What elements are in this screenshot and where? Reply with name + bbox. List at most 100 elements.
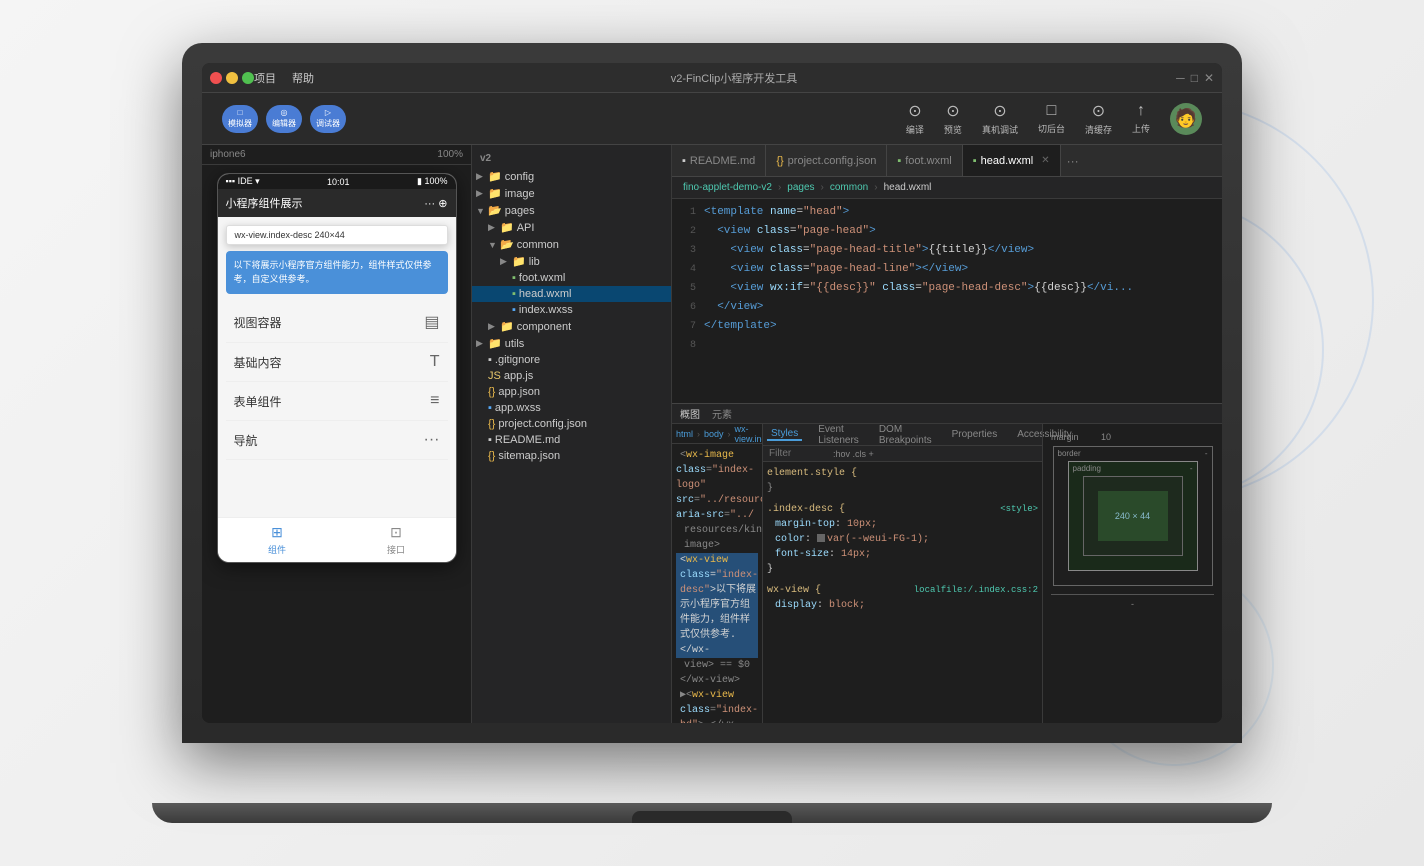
tree-item-image[interactable]: ▶ 📁 image bbox=[472, 185, 671, 202]
phone-description: 以下将展示小程序官方组件能力，组件样式仅供参考，自定义供参考。 bbox=[226, 251, 448, 294]
box-model-header: margin 10 bbox=[1051, 432, 1111, 442]
devtools-html-panel: html › body › wx-view.index › wx-view.in… bbox=[672, 424, 762, 723]
file-head-icon: ▪ bbox=[512, 288, 516, 300]
tab-readme[interactable]: ▪ README.md bbox=[672, 145, 766, 176]
tab-readme-icon: ▪ bbox=[682, 155, 686, 167]
style-tab-props[interactable]: Properties bbox=[948, 429, 1002, 440]
compile-action[interactable]: ⊙ 编译 bbox=[906, 101, 924, 136]
minimize-icon[interactable]: ─ bbox=[1176, 71, 1185, 85]
styles-filter-input[interactable] bbox=[769, 448, 829, 459]
code-line-4: 4 <view class="page-head-line"></view> bbox=[672, 260, 1222, 279]
background-action[interactable]: □ 切后台 bbox=[1038, 102, 1065, 135]
tree-item-config[interactable]: ▶ 📁 config bbox=[472, 168, 671, 185]
dom-wxview-index[interactable]: wx-view.index bbox=[735, 424, 762, 444]
line-num-3: 3 bbox=[672, 241, 704, 260]
tree-item-common[interactable]: ▼ 📂 common bbox=[472, 236, 671, 253]
phone-bottom-nav: ⊞ 组件 ⊡ 接口 bbox=[218, 517, 456, 562]
menu-project[interactable]: 项目 bbox=[254, 70, 276, 86]
close-icon[interactable]: ✕ bbox=[1204, 71, 1214, 85]
tab-head-label: head.wxml bbox=[981, 155, 1034, 167]
tree-item-component[interactable]: ▶ 📁 component bbox=[472, 318, 671, 335]
editor-button[interactable]: ◎ 编辑器 bbox=[266, 105, 302, 133]
bm-content-box: 240 × 44 bbox=[1098, 491, 1168, 541]
tree-item-common-label: common bbox=[517, 239, 559, 251]
real-debug-action[interactable]: ⊙ 真机调试 bbox=[982, 101, 1018, 136]
laptop-base bbox=[152, 803, 1272, 823]
menu-item-form[interactable]: 表单组件 ≡ bbox=[226, 382, 448, 421]
tree-item-utils[interactable]: ▶ 📁 utils bbox=[472, 335, 671, 352]
style-tab-dom[interactable]: DOM Breakpoints bbox=[875, 424, 936, 446]
tree-item-projectjson[interactable]: {} project.config.json bbox=[472, 416, 671, 432]
css-link-wxview[interactable]: localfile:/.index.css:2 bbox=[914, 583, 1038, 598]
tree-item-sitemap[interactable]: {} sitemap.json bbox=[472, 448, 671, 464]
tab-head-wxml[interactable]: ▪ head.wxml ✕ bbox=[963, 145, 1061, 176]
tree-item-appjs[interactable]: JS app.js bbox=[472, 368, 671, 384]
css-rule-index-desc: .index-desc { <style> margin-top: 10px; … bbox=[767, 502, 1038, 577]
css-link-style[interactable]: <style> bbox=[1000, 502, 1038, 517]
tree-item-image-label: image bbox=[505, 188, 535, 200]
devtools-tab-overview[interactable]: 概图 bbox=[680, 406, 700, 421]
preview-action[interactable]: ⊙ 预览 bbox=[944, 101, 962, 136]
minimize-button[interactable] bbox=[226, 72, 238, 84]
tree-item-readme[interactable]: ▪ README.md bbox=[472, 432, 671, 448]
user-avatar[interactable]: 🧑 bbox=[1170, 103, 1202, 135]
menu-item-form-icon: ≡ bbox=[430, 392, 439, 410]
tree-item-lib[interactable]: ▶ 📁 lib bbox=[472, 253, 671, 270]
expand-pages: ▼ bbox=[476, 206, 488, 216]
dom-body[interactable]: body bbox=[704, 429, 724, 439]
tab-project-config[interactable]: {} project.config.json bbox=[766, 145, 887, 176]
nav-component[interactable]: ⊞ 组件 bbox=[218, 524, 337, 556]
code-line-7: 7 </template> bbox=[672, 317, 1222, 336]
clear-cache-action[interactable]: ⊙ 清缓存 bbox=[1085, 101, 1112, 136]
bm-padding-val: - bbox=[1190, 464, 1193, 473]
menu-item-view-container[interactable]: 视图容器 ▤ bbox=[226, 302, 448, 343]
bm-bottom-val: - bbox=[1051, 599, 1214, 609]
tree-item-head-wxml[interactable]: ▪ head.wxml bbox=[472, 286, 671, 302]
line-num-1: 1 bbox=[672, 203, 704, 222]
debugger-button[interactable]: ▷ 调试器 bbox=[310, 105, 346, 133]
upload-action[interactable]: ↑ 上传 bbox=[1132, 102, 1150, 135]
nav-component-label: 组件 bbox=[268, 543, 286, 556]
bm-dash-1 bbox=[1051, 594, 1214, 595]
tab-close-head[interactable]: ✕ bbox=[1041, 155, 1049, 166]
menu-item-basic-content[interactable]: 基础内容 T bbox=[226, 343, 448, 382]
expand-lib: ▶ bbox=[500, 256, 512, 267]
tree-item-appwxss[interactable]: ▪ app.wxss bbox=[472, 400, 671, 416]
style-tab-styles[interactable]: Styles bbox=[767, 428, 802, 441]
editor-area: ▪ README.md {} project.config.json ▪ foo… bbox=[672, 145, 1222, 723]
maximize-button[interactable] bbox=[242, 72, 254, 84]
html-line-4: ▶<wx-view class="index-bd">_</wx-view> bbox=[676, 688, 758, 723]
tree-item-index-wxss[interactable]: ▪ index.wxss bbox=[472, 302, 671, 318]
bm-padding-label: padding bbox=[1073, 464, 1101, 473]
devtools-tab-elements[interactable]: 元素 bbox=[712, 406, 732, 421]
preview-label: 预览 bbox=[944, 123, 962, 136]
line-content-2: <view class="page-head"> bbox=[704, 222, 876, 240]
close-button[interactable] bbox=[210, 72, 222, 84]
nav-api[interactable]: ⊡ 接口 bbox=[337, 524, 456, 556]
tree-item-appjson[interactable]: {} app.json bbox=[472, 384, 671, 400]
bc-common: common bbox=[830, 182, 868, 193]
dom-html[interactable]: html bbox=[676, 429, 693, 439]
nav-api-label: 接口 bbox=[387, 543, 405, 556]
style-tab-event[interactable]: Event Listeners bbox=[814, 424, 863, 446]
menu-help[interactable]: 帮助 bbox=[292, 70, 314, 86]
tree-item-api[interactable]: ▶ 📁 API bbox=[472, 219, 671, 236]
tab-more[interactable]: ··· bbox=[1061, 154, 1085, 168]
tab-foot-wxml[interactable]: ▪ foot.wxml bbox=[887, 145, 962, 176]
devtools-html-content[interactable]: <wx-image class="index-logo" src="../res… bbox=[672, 444, 762, 723]
line-num-2: 2 bbox=[672, 222, 704, 241]
maximize-icon[interactable]: □ bbox=[1191, 71, 1198, 85]
folder-pages-icon: 📂 bbox=[488, 204, 502, 217]
tree-item-foot-wxml[interactable]: ▪ foot.wxml bbox=[472, 270, 671, 286]
code-editor[interactable]: 1 <template name="head"> 2 <view class="… bbox=[672, 199, 1222, 403]
simulator-button[interactable]: □ 模拟器 bbox=[222, 105, 258, 133]
css-rule-empty: } bbox=[767, 481, 1038, 496]
tree-item-pages[interactable]: ▼ 📂 pages bbox=[472, 202, 671, 219]
simulator-icon: □ bbox=[238, 108, 243, 117]
styles-panel: Styles Event Listeners DOM Breakpoints P… bbox=[762, 424, 1042, 723]
box-model-panel: margin 10 border - padding bbox=[1042, 424, 1222, 723]
menu-item-nav[interactable]: 导航 ··· bbox=[226, 421, 448, 460]
folder-common-icon: 📂 bbox=[500, 238, 514, 251]
tree-item-gitignore[interactable]: ▪ .gitignore bbox=[472, 352, 671, 368]
tree-item-api-label: API bbox=[517, 222, 535, 234]
